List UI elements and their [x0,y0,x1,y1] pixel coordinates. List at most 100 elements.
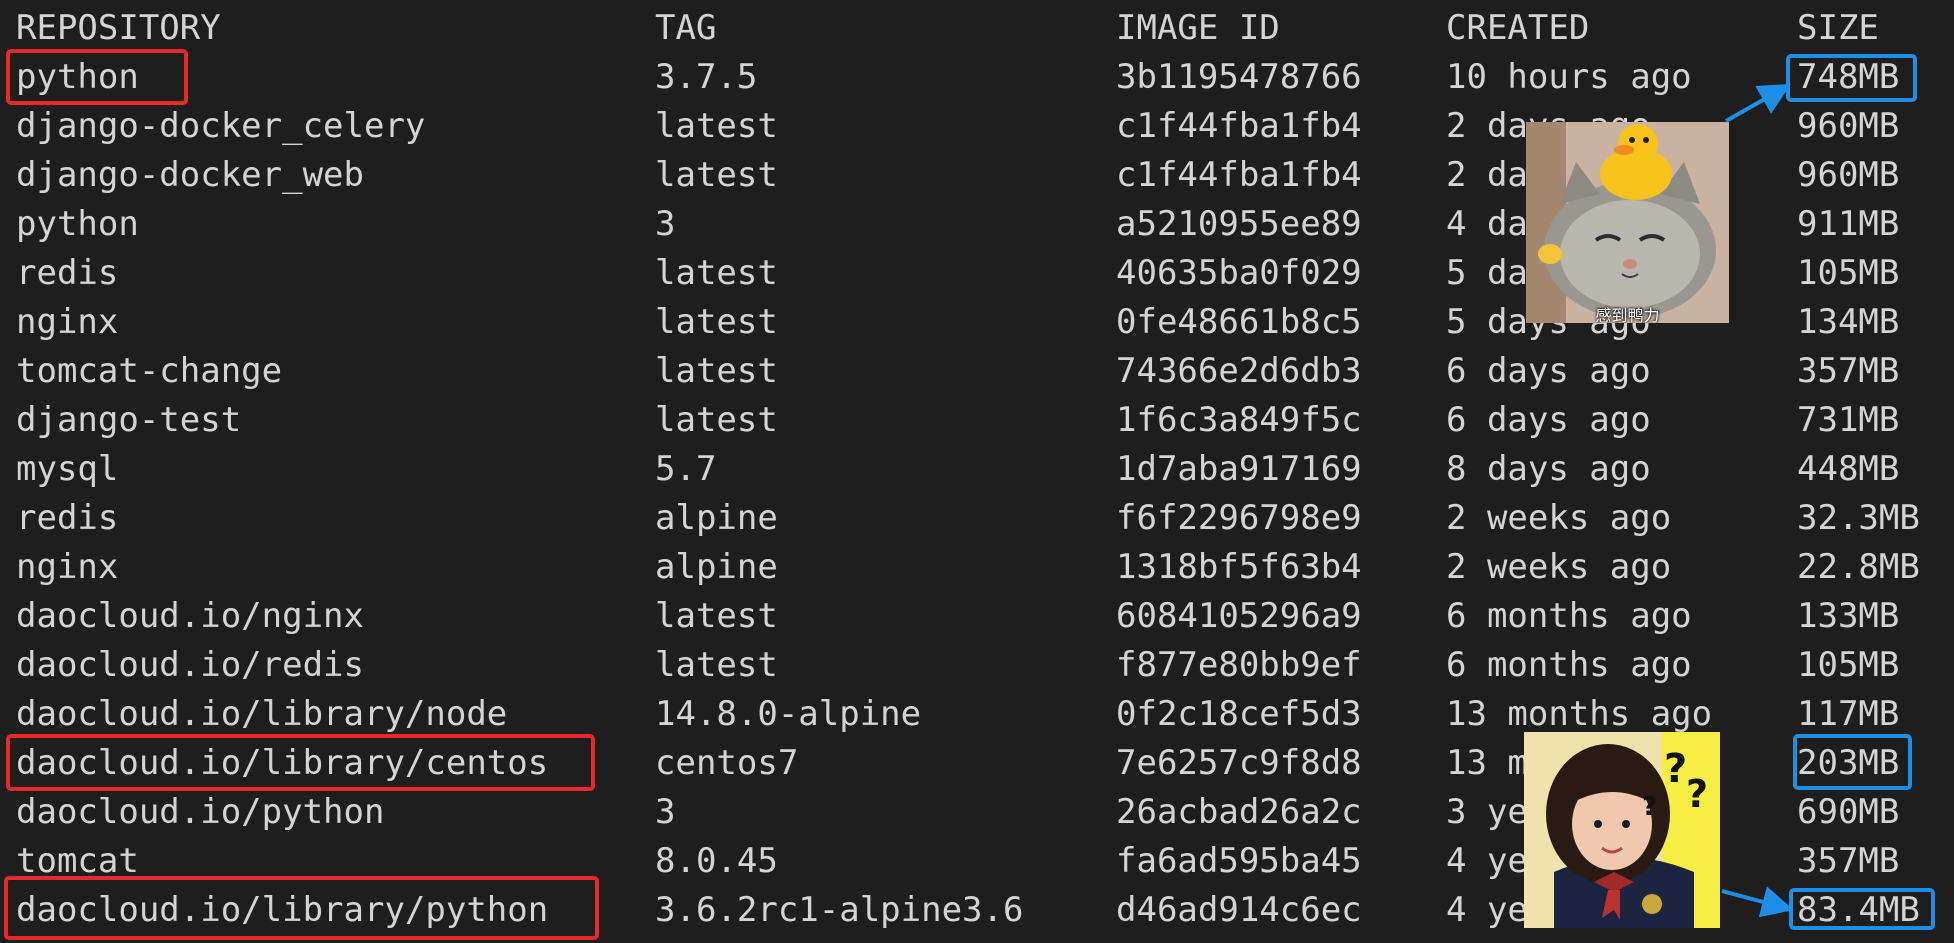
cell-tag: centos7 [655,743,799,783]
cell-tag: latest [655,645,778,685]
table-row: nginx alpine 1318bf5f63b4 2 weeks ago 22.8MB [0,543,1954,592]
cell-repository: django-test [16,400,242,440]
cell-tag: latest [655,351,778,391]
cell-repository: mysql [16,449,119,489]
highlight-size-83mb [1789,888,1935,930]
cell-repository: python [16,204,139,244]
cell-size: 960MB [1797,155,1900,195]
cell-image-id: 1318bf5f63b4 [1116,547,1362,587]
cell-repository: nginx [16,547,119,587]
cell-size: 133MB [1797,596,1900,636]
cat-caption: 感到鸭力 [1595,306,1660,323]
cell-image-id: f877e80bb9ef [1116,645,1362,685]
cell-repository: daocloud.io/redis [16,645,364,685]
cell-image-id: 7e6257c9f8d8 [1116,743,1362,783]
cell-repository: nginx [16,302,119,342]
question-mark: ? [1642,792,1658,822]
cell-size: 117MB [1797,694,1900,734]
cell-tag: 3.7.5 [655,57,758,97]
cell-size: 357MB [1797,841,1900,881]
cell-repository: daocloud.io/nginx [16,596,364,636]
cell-tag: alpine [655,498,778,538]
cell-image-id: 40635ba0f029 [1116,253,1362,293]
cell-image-id: c1f44fba1fb4 [1116,155,1362,195]
cell-image-id: c1f44fba1fb4 [1116,106,1362,146]
table-row: daocloud.io/redis latest f877e80bb9ef 6 mon… [0,641,1954,690]
table-row: mysql 5.7 1d7aba917169 8 days ago 448MB [0,445,1954,494]
cell-tag: latest [655,596,778,636]
highlight-library-python [4,876,599,940]
cell-image-id: 3b1195478766 [1116,57,1362,97]
cell-image-id: 74366e2d6db3 [1116,351,1362,391]
cell-repository: daocloud.io/python [16,792,385,832]
cell-image-id: 1d7aba917169 [1116,449,1362,489]
cell-tag: latest [655,302,778,342]
table-row: python 3.7.5 3b1195478766 10 hours ago 748MB [0,53,1954,102]
cat-duck-sticker: 感到鸭力 [1526,122,1729,323]
cat-duck-icon [1526,122,1729,323]
cell-tag: 3.6.2rc1-alpine3.6 [655,890,1024,930]
cell-tag: alpine [655,547,778,587]
header-tag: TAG [655,8,717,48]
cell-size: 105MB [1797,253,1900,293]
cell-image-id: 0f2c18cef5d3 [1116,694,1362,734]
cell-size: 911MB [1797,204,1900,244]
cell-repository: django-docker_celery [16,106,426,146]
cell-size: 357MB [1797,351,1900,391]
cell-tag: latest [655,106,778,146]
highlight-library-centos [6,734,595,791]
cell-size: 731MB [1797,400,1900,440]
cell-image-id: f6f2296798e9 [1116,498,1362,538]
cell-repository: daocloud.io/library/node [16,694,508,734]
terminal-window: REPOSITORY TAG IMAGE ID CREATED SIZE pyt… [0,0,1954,943]
cell-created: 6 months ago [1446,645,1692,685]
cell-tag: 14.8.0-alpine [655,694,922,734]
cell-image-id: 6084105296a9 [1116,596,1362,636]
table-row: django-test latest 1f6c3a849f5c 6 days ago 7… [0,396,1954,445]
header-repository: REPOSITORY [16,8,221,48]
highlight-size-748mb [1786,54,1917,102]
cell-image-id: 0fe48661b8c5 [1116,302,1362,342]
header-created: CREATED [1446,8,1590,48]
cell-image-id: 1f6c3a849f5c [1116,400,1362,440]
cell-tag: latest [655,253,778,293]
girl-icon [1524,732,1720,928]
cell-tag: 3 [655,204,676,244]
cell-size: 105MB [1797,645,1900,685]
table-row: daocloud.io/nginx latest 6084105296a9 6 mon… [0,592,1954,641]
cell-created: 10 hours ago [1446,57,1692,97]
cell-created: 2 weeks ago [1446,498,1672,538]
cell-created: 2 weeks ago [1446,547,1672,587]
cell-repository: redis [16,498,119,538]
cell-tag: latest [655,400,778,440]
cell-repository: tomcat-change [16,351,283,391]
cell-size: 960MB [1797,106,1900,146]
cell-created: 6 months ago [1446,596,1692,636]
cell-size: 22.8MB [1797,547,1920,587]
cell-tag: 5.7 [655,449,717,489]
cell-tag: latest [655,155,778,195]
question-mark: ? [1664,746,1688,792]
cell-size: 448MB [1797,449,1900,489]
header-size: SIZE [1797,8,1879,48]
cell-repository: django-docker_web [16,155,364,195]
table-header: REPOSITORY TAG IMAGE ID CREATED SIZE [0,4,1954,53]
cell-size: 134MB [1797,302,1900,342]
cell-image-id: fa6ad595ba45 [1116,841,1362,881]
highlight-python [6,49,188,105]
cell-tag: 3 [655,792,676,832]
question-mark: ? [1686,772,1709,816]
cell-tag: 8.0.45 [655,841,778,881]
cell-size: 32.3MB [1797,498,1920,538]
cell-created: 6 days ago [1446,351,1651,391]
cell-image-id: 26acbad26a2c [1116,792,1362,832]
highlight-size-203mb [1793,734,1912,790]
girl-sticker: ??? [1524,732,1720,928]
table-row: tomcat-change latest 74366e2d6db3 6 days ag… [0,347,1954,396]
cell-image-id: d46ad914c6ec [1116,890,1362,930]
cell-created: 8 days ago [1446,449,1651,489]
cell-image-id: a5210955ee89 [1116,204,1362,244]
header-image-id: IMAGE ID [1116,8,1280,48]
cell-size: 690MB [1797,792,1900,832]
cell-repository: redis [16,253,119,293]
